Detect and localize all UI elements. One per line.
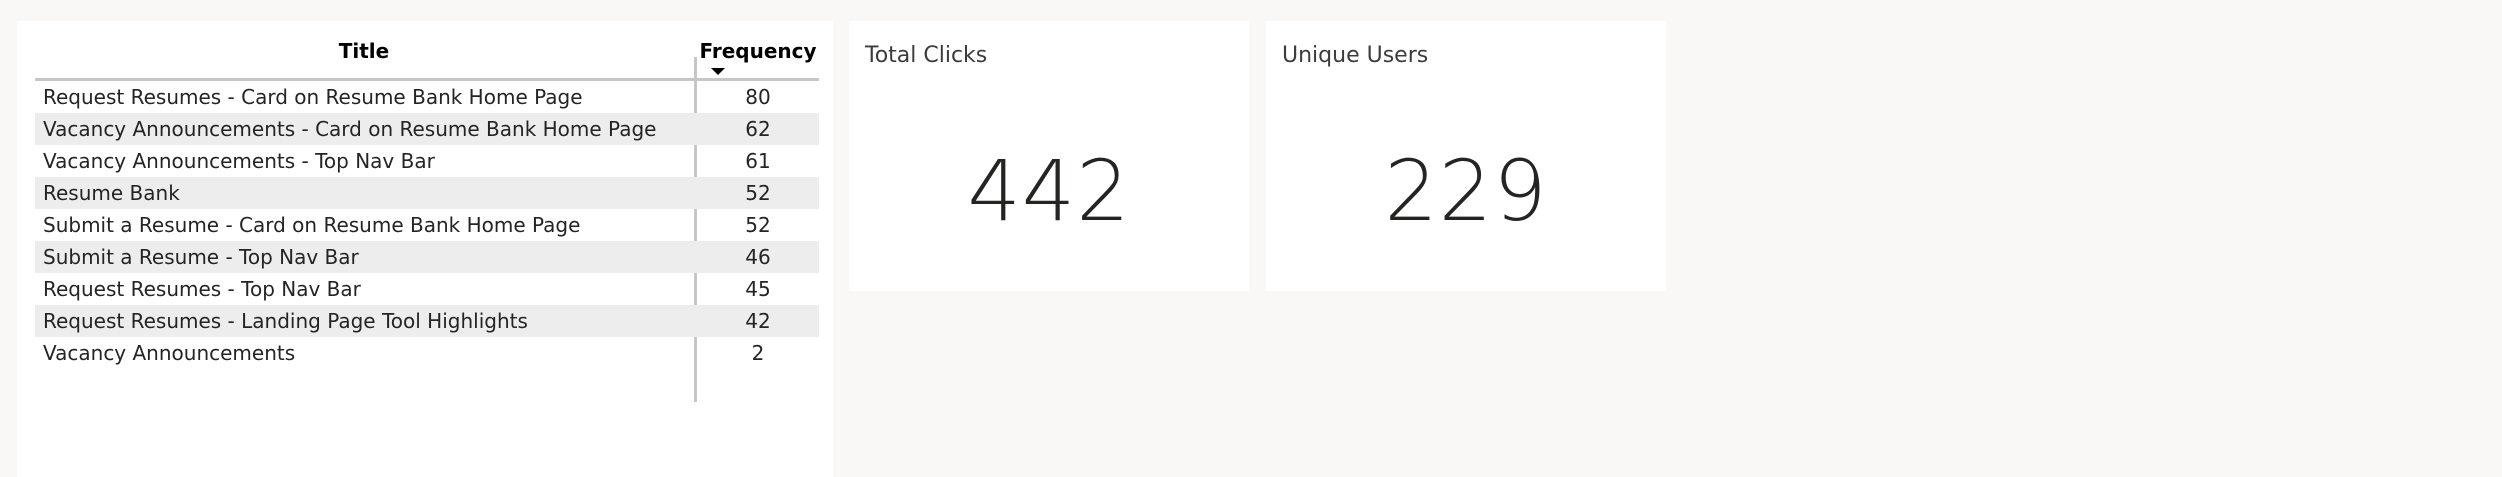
table-header: Title Frequency <box>35 35 819 81</box>
table-row[interactable]: Resume Bank 52 <box>35 177 819 209</box>
card-value: 229 <box>1384 142 1548 240</box>
table-row[interactable]: Vacancy Announcements - Top Nav Bar 61 <box>35 145 819 177</box>
cell-frequency: 62 <box>745 117 771 141</box>
cell-title: Request Resumes - Card on Resume Bank Ho… <box>43 85 583 109</box>
table-visual[interactable]: Title Frequency Request Resumes - Card o… <box>17 21 833 477</box>
column-header-title[interactable]: Title <box>35 35 693 81</box>
table-row[interactable]: Submit a Resume - Card on Resume Bank Ho… <box>35 209 819 241</box>
card-value: 442 <box>967 142 1131 240</box>
cell-frequency: 61 <box>745 149 771 173</box>
card-title: Unique Users <box>1282 43 1429 68</box>
cell-frequency: 52 <box>745 181 771 205</box>
total-clicks-card[interactable]: Total Clicks 442 <box>849 21 1249 291</box>
cell-title: Vacancy Announcements <box>43 341 296 365</box>
cell-title: Submit a Resume - Card on Resume Bank Ho… <box>43 213 581 237</box>
card-title: Total Clicks <box>865 43 988 68</box>
column-header-frequency-label: Frequency <box>699 39 817 63</box>
cell-frequency: 42 <box>745 309 771 333</box>
table-row[interactable]: Request Resumes - Landing Page Tool High… <box>35 305 819 337</box>
cell-title: Vacancy Announcements - Card on Resume B… <box>43 117 657 141</box>
frequency-table: Title Frequency Request Resumes - Card o… <box>35 35 819 402</box>
unique-users-card[interactable]: Unique Users 229 <box>1266 21 1666 291</box>
cell-frequency: 52 <box>745 213 771 237</box>
cell-frequency: 2 <box>751 341 765 365</box>
cell-title: Submit a Resume - Top Nav Bar <box>43 245 359 269</box>
table-row[interactable]: Vacancy Announcements 2 <box>35 337 819 369</box>
sort-descending-icon[interactable] <box>711 68 725 75</box>
cell-title: Resume Bank <box>43 181 180 205</box>
table-row[interactable]: Request Resumes - Card on Resume Bank Ho… <box>35 81 819 113</box>
column-header-frequency[interactable]: Frequency <box>697 35 819 81</box>
table-row[interactable]: Submit a Resume - Top Nav Bar 46 <box>35 241 819 273</box>
table-row[interactable]: Vacancy Announcements - Card on Resume B… <box>35 113 819 145</box>
cell-frequency: 80 <box>745 85 771 109</box>
cell-title: Request Resumes - Landing Page Tool High… <box>43 309 528 333</box>
table-row[interactable]: Request Resumes - Top Nav Bar 45 <box>35 273 819 305</box>
cell-title: Request Resumes - Top Nav Bar <box>43 277 361 301</box>
cell-frequency: 46 <box>745 245 771 269</box>
cell-frequency: 45 <box>745 277 771 301</box>
cell-title: Vacancy Announcements - Top Nav Bar <box>43 149 435 173</box>
